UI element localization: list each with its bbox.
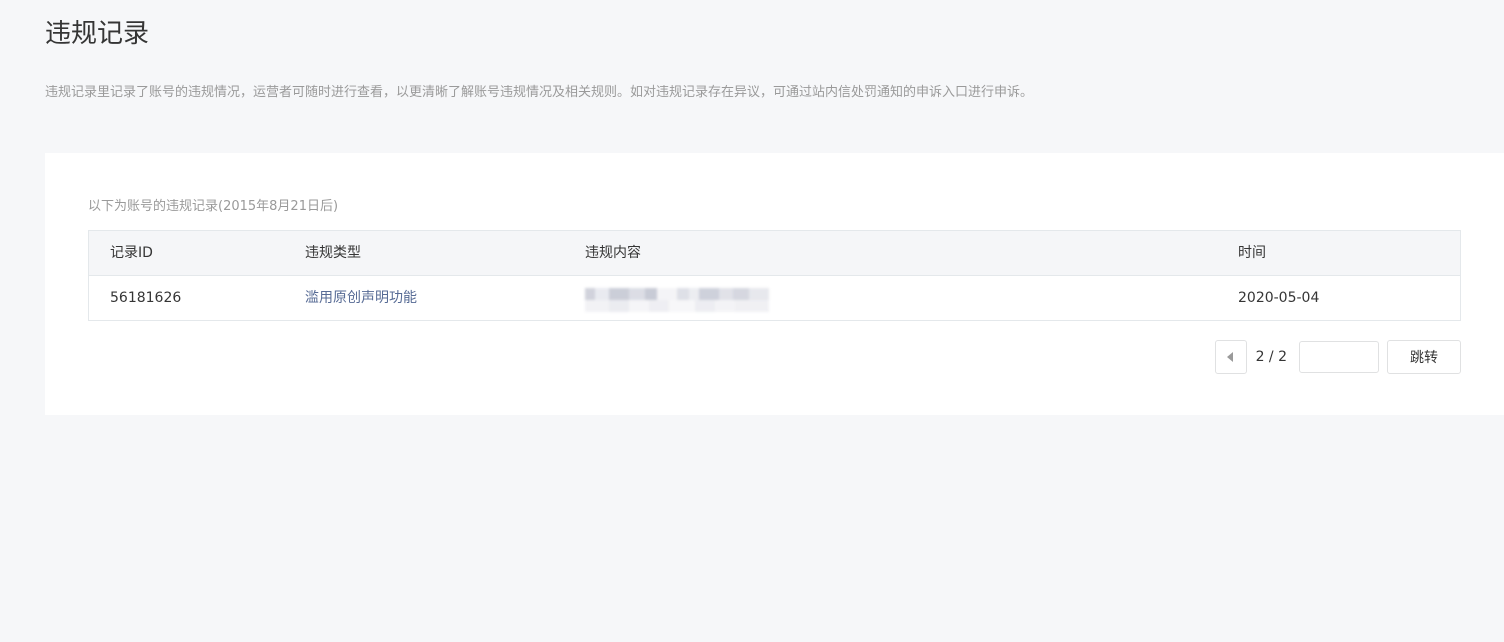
page-indicator: 2 / 2: [1255, 349, 1287, 365]
pagination: 2 / 2 跳转: [1214, 340, 1461, 374]
record-id-cell: 56181626: [110, 290, 182, 306]
page-jump-input[interactable]: [1299, 341, 1379, 373]
blurred-violation-content: [585, 288, 769, 312]
column-header-time: 时间: [1238, 245, 1266, 261]
records-caption: 以下为账号的违规记录(2015年8月21日后): [88, 199, 339, 214]
column-header-content: 违规内容: [585, 245, 641, 261]
record-time-cell: 2020-05-04: [1238, 290, 1320, 306]
records-card: 以下为账号的违规记录(2015年8月21日后) 记录ID 违规类型 违规内容 时…: [45, 153, 1504, 415]
violation-type-link[interactable]: 滥用原创声明功能: [305, 276, 417, 320]
page-title: 违规记录: [45, 19, 150, 49]
prev-page-button[interactable]: [1214, 340, 1247, 374]
caret-left-icon: [1226, 352, 1233, 362]
page-description: 违规记录里记录了账号的违规情况，运营者可随时进行查看，以更清晰了解账号违规情况及…: [45, 85, 1034, 100]
jump-button[interactable]: 跳转: [1387, 340, 1461, 374]
table-header-row: 记录ID 违规类型 违规内容 时间: [89, 231, 1460, 276]
table-row: 56181626 滥用原创声明功能 2020-05-04: [89, 276, 1460, 320]
column-header-id: 记录ID: [110, 245, 153, 261]
violation-table: 记录ID 违规类型 违规内容 时间 56181626 滥用原创声明功能 2020…: [88, 230, 1461, 321]
column-header-type: 违规类型: [305, 245, 361, 261]
